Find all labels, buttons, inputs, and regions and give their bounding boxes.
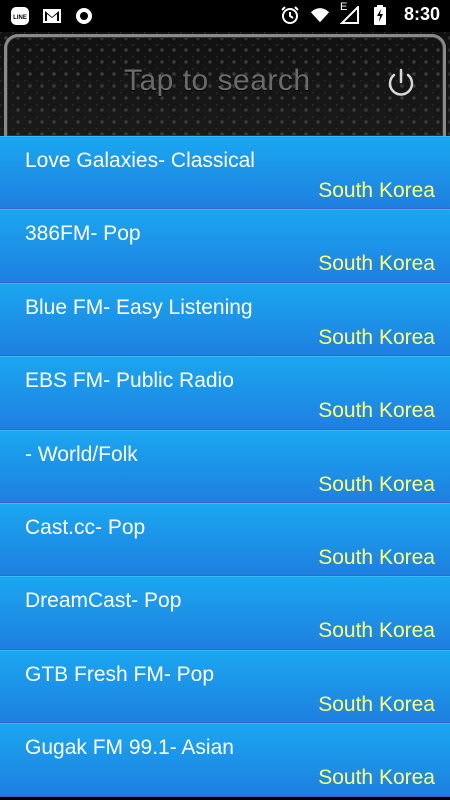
list-item[interactable]: DreamCast- Pop South Korea (0, 576, 450, 650)
station-country: South Korea (318, 179, 435, 202)
status-bar: LINE E 8:30 (0, 0, 450, 32)
station-title: Cast.cc- Pop (25, 515, 146, 539)
line-app-icon: LINE (10, 6, 30, 26)
list-item[interactable]: Gugak FM 99.1- Asian South Korea (0, 723, 450, 797)
list-item[interactable]: GTB Fresh FM- Pop South Korea (0, 649, 450, 724)
station-country: South Korea (318, 472, 435, 496)
list-item[interactable]: 386FM- Pop South Korea (0, 209, 450, 283)
gmail-icon (42, 6, 62, 26)
station-title: 386FM- Pop (25, 222, 141, 246)
list-item[interactable]: - World/Folk South Korea (0, 429, 450, 503)
battery-charging-icon (370, 4, 390, 25)
wifi-icon (310, 5, 330, 25)
station-title: Gugak FM 99.1- Asian (25, 736, 234, 760)
record-icon (74, 6, 94, 26)
list-item[interactable]: Love Galaxies- Classical South Korea (0, 136, 450, 210)
station-title: Blue FM- Easy Listening (25, 295, 253, 319)
alarm-icon (280, 5, 300, 25)
network-type-label: E (339, 0, 348, 13)
station-list: Love Galaxies- Classical South Korea 386… (0, 136, 450, 797)
station-country: South Korea (318, 692, 435, 716)
station-country: South Korea (318, 399, 435, 423)
power-icon[interactable] (384, 66, 418, 100)
list-item[interactable]: EBS FM- Public Radio South Korea (0, 356, 450, 430)
search-input[interactable]: Tap to search (124, 64, 311, 98)
station-country: South Korea (318, 545, 435, 569)
station-title: - World/Folk (25, 442, 138, 466)
list-item[interactable]: Cast.cc- Pop South Korea (0, 502, 450, 577)
svg-text:LINE: LINE (13, 15, 27, 21)
station-title: EBS FM- Public Radio (25, 369, 234, 393)
station-title: Love Galaxies- Classical (25, 149, 255, 172)
signal-icon: E (339, 1, 360, 25)
clock: 8:30 (403, 4, 440, 24)
station-country: South Korea (318, 766, 435, 790)
station-country: South Korea (318, 619, 435, 643)
station-title: DreamCast- Pop (25, 589, 182, 613)
header-bar: Tap to search (0, 32, 450, 136)
station-country: South Korea (318, 325, 435, 349)
list-item[interactable]: Blue FM- Easy Listening South Korea (0, 282, 450, 357)
station-title: GTB Fresh FM- Pop (25, 662, 215, 686)
station-country: South Korea (318, 252, 435, 276)
